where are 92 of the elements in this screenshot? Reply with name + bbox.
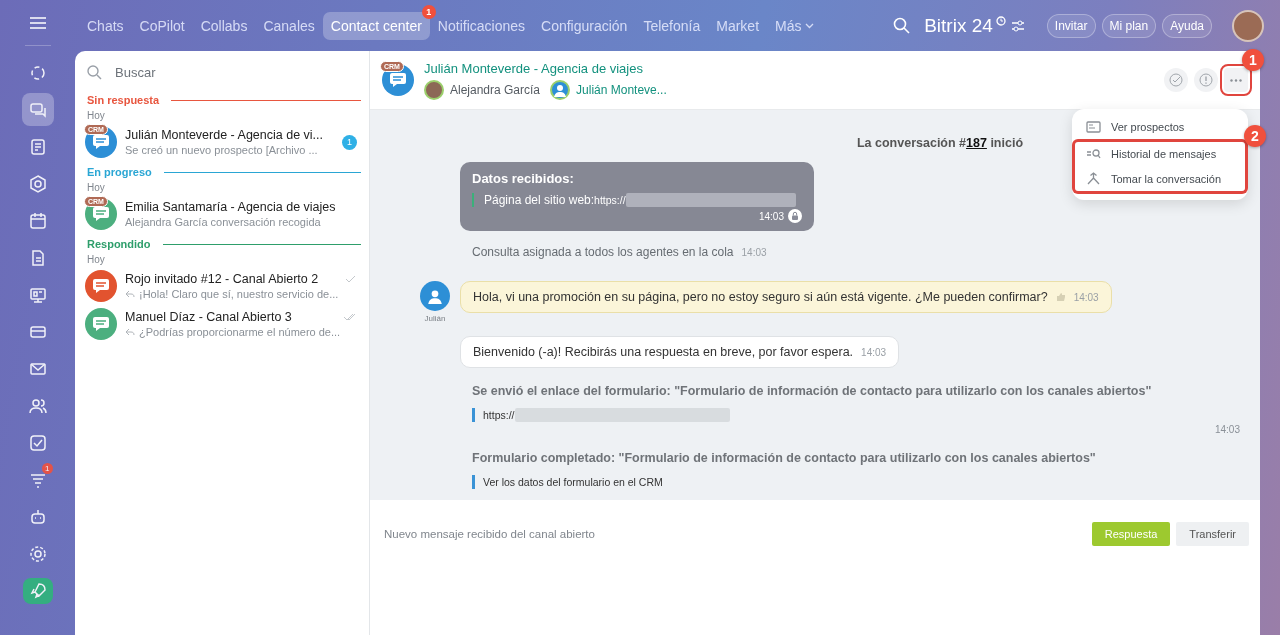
conversation-start-label: La conversación #187 inició [856,136,1024,150]
form-message: Se envió el enlace del formulario: "Formulario de información de contacto para utilizarlo con los canales abiertos" [472,383,1153,400]
chat-list-item[interactable]: Rojo invitado #12 - Canal Abierto 2 ¡Hola! Claro que sí, nuestro servicio de... [75,268,369,306]
merge-arrow-icon [1086,172,1101,185]
lock-icon [788,209,802,223]
message-time: 14:03 [861,346,887,358]
nav-tab[interactable]: Chats [79,11,132,40]
field-value: https:// [594,194,626,206]
brand-logo[interactable]: Bitrix 24 [924,14,993,37]
participant-name[interactable]: Julián Monteve... [576,82,667,97]
notification-badge: 1 [42,463,53,474]
group-title: Respondido [87,238,151,250]
message-preview: Se creó un nuevo prospecto [Archivo ... [125,144,318,156]
date-label: Hoy [86,181,106,195]
rocket-icon [28,582,47,600]
check-circle-icon [1169,73,1183,87]
message-preview: ¿Podrías proporcionarme el número de... [139,326,341,338]
message-title: Datos recibidos: [472,171,575,186]
step-number-badge: 1 [1242,49,1264,71]
user-silhouette-icon [420,281,450,311]
chat-avatar [382,64,414,96]
form-link[interactable]: https:// [483,409,515,421]
chat-name: Rojo invitado #12 - Canal Abierto 2 [125,272,319,286]
status-text: Nuevo mensaje recibido del canal abierto [384,528,596,540]
hexagon-icon [28,174,47,193]
date-label: Hoy [86,253,106,267]
settings-icon [28,544,47,563]
crm-form-link[interactable]: Ver los datos del formulario en el CRM [483,476,663,488]
message-time: 14:03 [1214,424,1240,435]
check-icon-button[interactable] [1164,68,1188,92]
user-avatar [424,79,444,100]
search-icon[interactable] [893,17,911,34]
clock-icon [995,15,1006,26]
presentation-icon [28,285,47,304]
sidebar-icon-button[interactable] [22,578,53,604]
step-number-badge: 2 [1244,125,1266,147]
unread-counter: 1 [342,134,357,150]
card-icon [1086,121,1101,133]
chat-name: Julián Monteverde - Agencia de vi... [125,128,324,142]
nav-tab[interactable]: CoPilot [131,11,193,40]
history-search-icon [1086,148,1101,160]
menu-icon[interactable] [29,17,46,29]
swirl-icon [28,63,47,82]
chat-name: Emilia Santamaría - Agencia de viajes [125,200,336,214]
settings-icon[interactable] [1010,19,1025,32]
conversation-link[interactable]: 187 [966,136,987,150]
nav-tab[interactable]: Telefonía [635,11,709,40]
user-avatar[interactable] [1232,9,1264,42]
nav-tab[interactable]: Configuración [533,11,636,40]
message-time: 14:03 [741,247,767,258]
footer-button[interactable]: Respuesta [1091,522,1171,546]
menu-item[interactable]: Tomar la conversación [1072,166,1248,194]
more-icon [1230,78,1242,82]
checkbox-icon [28,433,47,452]
chat-list-item[interactable]: Manuel Díaz - Canal Abierto 3 ¿Podrías proporcionarme el número de... [75,306,369,344]
group-title: Sin respuesta [87,94,160,106]
footer-button[interactable]: Transferir [1176,522,1249,546]
participant-name[interactable]: Alejandra García [450,82,541,97]
calendar-icon [28,211,47,230]
people-icon [28,396,47,415]
search-icon [87,65,102,80]
chat-title[interactable]: Julián Monteverde - Agencia de viajes [424,60,667,76]
menu-item[interactable]: Historial de mensajes [1072,139,1248,166]
user-silhouette-icon [550,79,571,100]
sidebar-icon-button[interactable] [21,93,54,126]
nav-tab[interactable]: Más [767,11,823,40]
chat-icon [28,100,47,119]
warning-icon [1199,73,1213,87]
nav-tab[interactable]: Market [708,11,768,40]
header-button[interactable]: Mi plan [1101,13,1157,38]
message-text: Bienvenido (-a)! Recibirás una respuesta en breve, por favor espera. [473,345,854,359]
nav-tab[interactable]: Collabs [192,11,256,40]
message-time: 14:03 [1073,291,1099,303]
header-button[interactable]: Ayuda [1162,13,1212,38]
form-message: Formulario completado: "Formulario de información de contacto para utilizarlo con los canales abiertos" [472,450,1097,467]
date-label: Hoy [86,109,106,123]
header-button[interactable]: Invitar [1046,13,1096,38]
warning-icon-button[interactable] [1194,68,1218,92]
field-label: Página del sitio web: [484,193,595,207]
notification-badge: 1 [421,4,436,19]
message-preview: ¡Hola! Claro que sí, nuestro servicio de... [139,288,339,300]
group-title: En progreso [87,166,152,178]
robot-icon [28,507,47,526]
sidebar-icon-button[interactable]: 1 [21,463,54,496]
message-text: Hola, vi una promoción en su página, pero no estoy seguro si aún está vigente. ¿Me pueden confirmar? [473,290,1048,304]
message-preview: Alejandra García conversación recogida [125,216,321,228]
system-message: Consulta asignada a todos los agentes en la cola [472,245,734,259]
message-time: 14:03 [758,210,784,222]
nav-tab[interactable]: Canales [255,11,323,40]
chat-name: Manuel Díaz - Canal Abierto 3 [125,310,292,324]
document-icon [28,137,47,156]
author-name: Julián [424,314,446,323]
